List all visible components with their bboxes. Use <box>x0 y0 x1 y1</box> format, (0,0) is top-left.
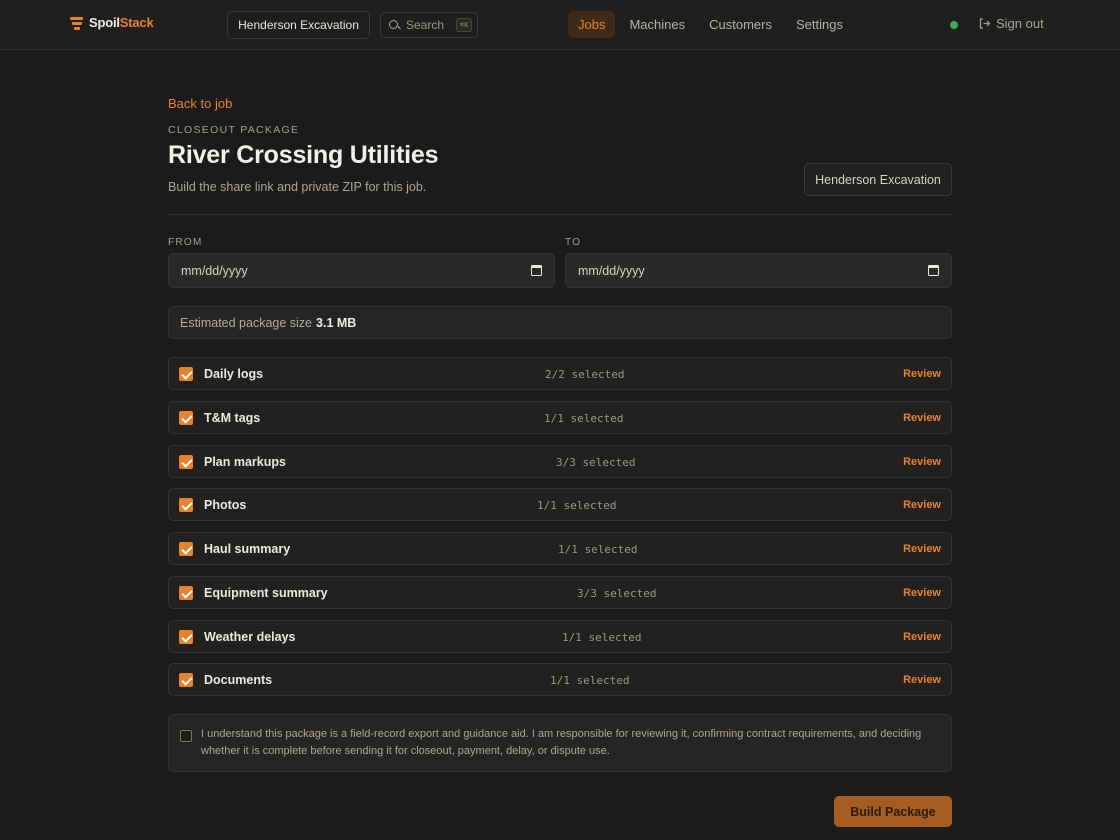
section-row-documents: Documents 1/1 selected Review <box>168 663 952 696</box>
section-row-haul-summary: Haul summary 1/1 selected Review <box>168 532 952 565</box>
review-link[interactable]: Review <box>903 543 941 555</box>
review-link[interactable]: Review <box>903 456 941 468</box>
page-title: River Crossing Utilities <box>168 141 439 169</box>
search-label: Search <box>406 18 445 32</box>
section-row-daily-logs: Daily logs 2/2 selected Review <box>168 357 952 390</box>
header-divider <box>168 214 952 215</box>
acknowledgement-checkbox[interactable] <box>180 730 192 742</box>
section-label: T&M tags <box>204 411 261 425</box>
search-icon <box>389 19 400 31</box>
app-logo[interactable]: SpoilStack <box>70 15 154 30</box>
build-package-button[interactable]: Build Package <box>834 796 952 827</box>
section-label: Photos <box>204 498 247 512</box>
section-count: 1/1 selected <box>562 631 642 644</box>
calendar-icon[interactable] <box>531 265 542 276</box>
calendar-icon[interactable] <box>928 265 939 276</box>
org-switcher-button[interactable]: Henderson Excavation <box>227 11 370 39</box>
to-date-input[interactable]: mm/dd/yyyy <box>565 253 952 288</box>
section-count: 1/1 selected <box>558 543 638 556</box>
customer-button[interactable]: Henderson Excavation <box>804 163 952 196</box>
package-size-estimate: Estimated package size 3.1 MB <box>168 306 952 339</box>
sign-out-button[interactable]: Sign out <box>979 16 1044 31</box>
section-count: 1/1 selected <box>537 499 617 512</box>
section-label: Daily logs <box>204 367 264 381</box>
section-label: Weather delays <box>204 630 296 644</box>
review-link[interactable]: Review <box>903 631 941 643</box>
section-row-tm-tags: T&M tags 1/1 selected Review <box>168 401 952 434</box>
nav-settings[interactable]: Settings <box>796 11 843 38</box>
app-name-part2: Stack <box>119 15 154 30</box>
search-button[interactable]: Search ⌘K <box>380 12 478 38</box>
review-link[interactable]: Review <box>903 499 941 511</box>
section-label: Documents <box>204 673 273 687</box>
review-link[interactable]: Review <box>903 674 941 686</box>
section-label: Plan markups <box>204 455 286 469</box>
review-link[interactable]: Review <box>903 587 941 599</box>
section-row-photos: Photos 1/1 selected Review <box>168 488 952 521</box>
from-date-input[interactable]: mm/dd/yyyy <box>168 253 555 288</box>
review-link[interactable]: Review <box>903 412 941 424</box>
logo-icon <box>70 16 83 30</box>
review-link[interactable]: Review <box>903 368 941 380</box>
section-count: 2/2 selected <box>545 368 625 381</box>
nav-jobs[interactable]: Jobs <box>568 11 616 38</box>
search-shortcut: ⌘K <box>456 18 473 32</box>
sign-out-icon <box>979 18 990 29</box>
to-date-value: mm/dd/yyyy <box>578 263 645 278</box>
top-bar: SpoilStack Henderson Excavation Search ⌘… <box>0 0 1120 50</box>
main-nav: Jobs Machines Customers Settings <box>568 11 843 38</box>
nav-machines[interactable]: Machines <box>629 11 685 38</box>
app-name: SpoilStack <box>89 15 154 30</box>
section-checkbox[interactable] <box>179 367 193 381</box>
estimate-value: 3.1 MB <box>316 315 357 330</box>
acknowledgement-text: I understand this package is a field-rec… <box>201 728 922 757</box>
from-date-label: FROM <box>168 237 203 248</box>
app-name-part1: Spoil <box>89 15 120 30</box>
section-checkbox[interactable] <box>179 586 193 600</box>
section-count: 1/1 selected <box>544 412 624 425</box>
section-row-plan-markups: Plan markups 3/3 selected Review <box>168 445 952 478</box>
page-subtitle: Build the share link and private ZIP for… <box>168 180 427 194</box>
section-checkbox[interactable] <box>179 673 193 687</box>
section-label: Equipment summary <box>204 586 328 600</box>
estimate-label: Estimated package size <box>180 315 313 330</box>
section-label: Haul summary <box>204 542 291 556</box>
section-checkbox[interactable] <box>179 411 193 425</box>
section-row-weather-delays: Weather delays 1/1 selected Review <box>168 620 952 653</box>
back-to-job-link[interactable]: Back to job <box>168 96 232 111</box>
section-count: 1/1 selected <box>550 674 630 687</box>
nav-customers[interactable]: Customers <box>709 11 772 38</box>
section-checkbox[interactable] <box>179 455 193 469</box>
section-checkbox[interactable] <box>179 498 193 512</box>
to-date-label: TO <box>565 237 582 248</box>
page-eyebrow: CLOSEOUT PACKAGE <box>168 124 300 136</box>
section-count: 3/3 selected <box>577 587 657 600</box>
section-checkbox[interactable] <box>179 630 193 644</box>
sign-out-label: Sign out <box>996 16 1044 31</box>
section-row-equipment-summary: Equipment summary 3/3 selected Review <box>168 576 952 609</box>
section-count: 3/3 selected <box>556 456 636 469</box>
section-checkbox[interactable] <box>179 542 193 556</box>
online-status-indicator <box>950 21 958 29</box>
from-date-value: mm/dd/yyyy <box>181 263 248 278</box>
acknowledgement-box: I understand this package is a field-rec… <box>168 714 952 772</box>
